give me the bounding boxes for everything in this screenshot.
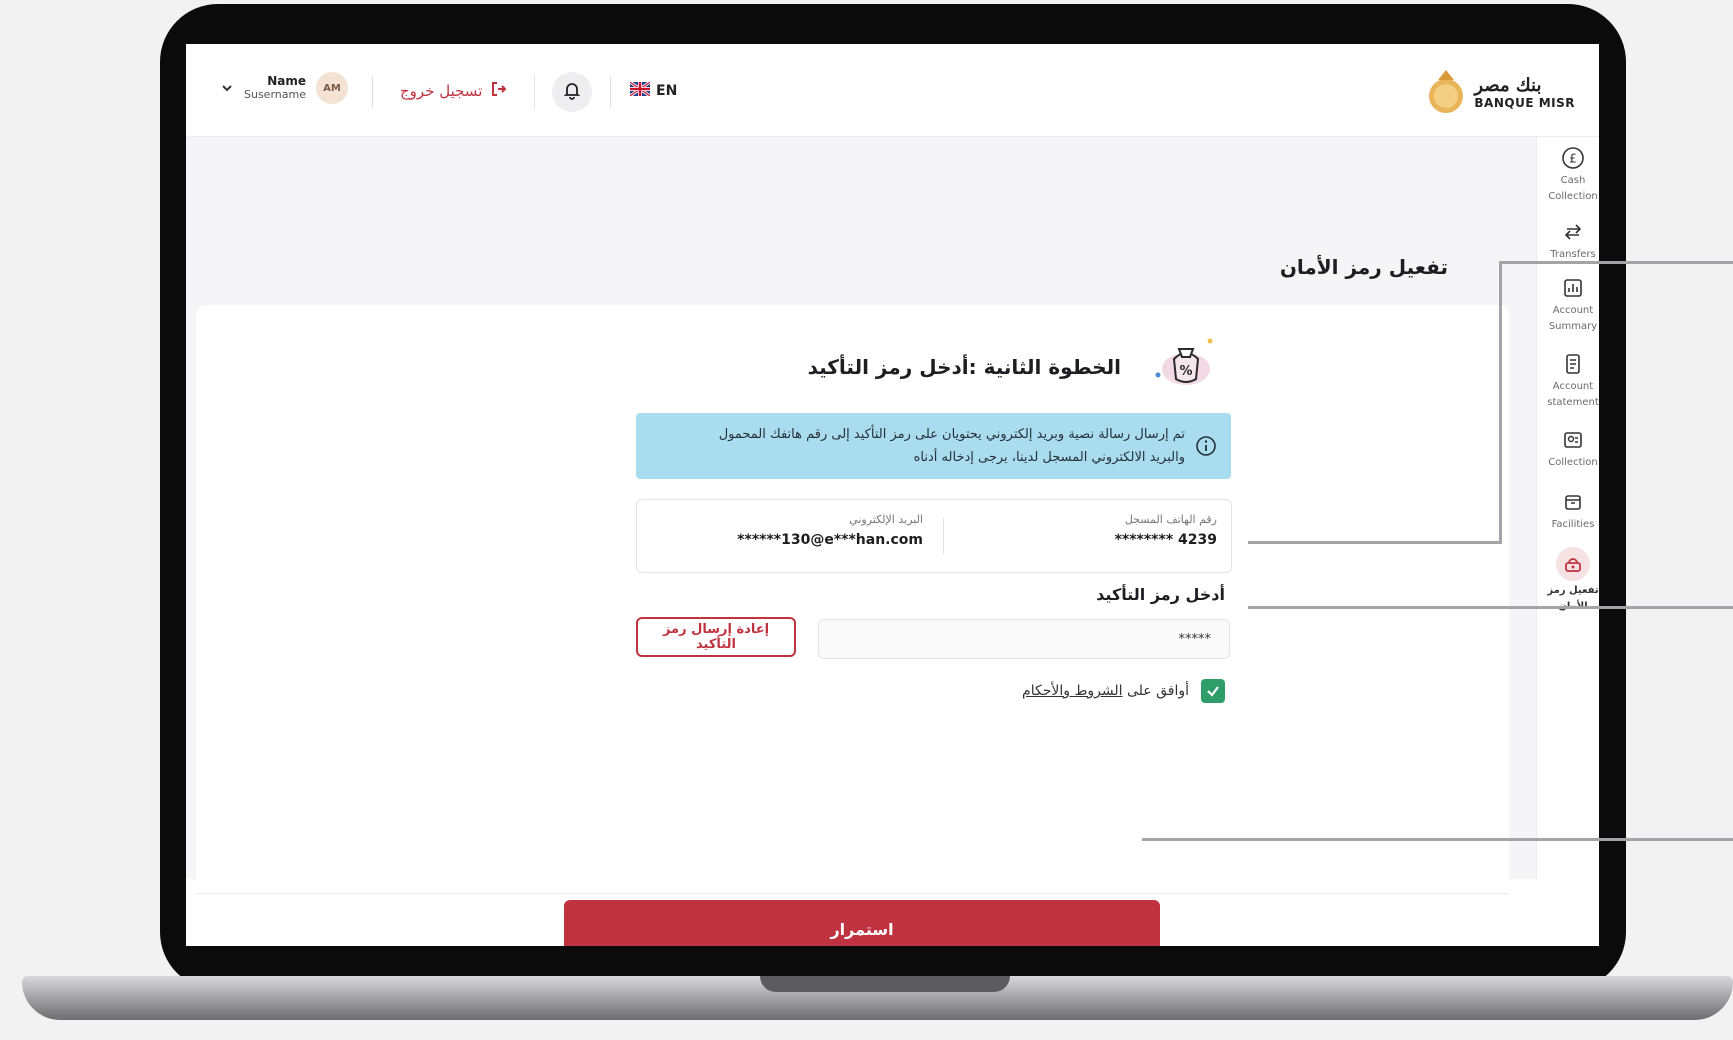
email-value: ******130@e***han.com xyxy=(737,532,923,548)
phone-label: رقم الهاتف المسجل xyxy=(1124,513,1217,526)
sidebar: £ Cash Collection Transfers Account Summ… xyxy=(1536,137,1599,879)
info-banner: تم إرسال رسالة نصية وبريد إلكتروني يحتوي… xyxy=(636,413,1231,479)
terms-prefix: أوافق على xyxy=(1122,683,1189,699)
sidebar-item-collection[interactable]: Collection xyxy=(1537,427,1599,471)
document-icon xyxy=(1560,351,1586,377)
callout-line xyxy=(1248,606,1733,609)
continue-button[interactable]: استمرار xyxy=(564,900,1160,946)
chart-icon xyxy=(1560,275,1586,301)
sidebar-label: Account xyxy=(1552,305,1594,316)
info-icon xyxy=(1195,435,1217,461)
email-label: البريد الإلكتروني xyxy=(849,513,923,526)
avatar[interactable]: AM xyxy=(315,72,348,104)
banque-misr-emblem-icon xyxy=(1426,66,1466,120)
divider xyxy=(610,76,611,108)
terms-checkbox[interactable] xyxy=(1201,679,1225,703)
svg-text:£: £ xyxy=(1569,152,1577,166)
logout-icon xyxy=(490,80,508,102)
notifications-button[interactable] xyxy=(552,72,592,112)
phone-field: رقم الهاتف المسجل ******** 4239 xyxy=(1115,512,1217,552)
step-card: % الخطوة الثانية :أدخل رمز التأكيد تم إر… xyxy=(196,305,1509,901)
email-field: البريد الإلكتروني ******130@e***han.com xyxy=(737,512,923,552)
otp-label: أدخل رمز التأكيد xyxy=(1096,585,1225,604)
sidebar-label: Summary xyxy=(1548,321,1598,332)
laptop-notch xyxy=(760,976,1010,992)
sidebar-item-facilities[interactable]: Facilities xyxy=(1537,489,1599,533)
language-label: EN xyxy=(656,83,678,99)
brand-english: BANQUE MISR xyxy=(1474,96,1575,110)
phone-value: ******** 4239 xyxy=(1114,532,1217,548)
terms-label: أوافق على الشروط والأحكام xyxy=(1022,683,1189,699)
svg-text:%: % xyxy=(1179,364,1192,379)
brand-logo: بنك مصر BANQUE MISR xyxy=(1426,66,1575,120)
resend-code-button[interactable]: إعادة إرسال رمز التأكيد xyxy=(636,617,796,657)
logout-label: تسجيل خروج xyxy=(400,82,483,100)
divider xyxy=(534,76,535,108)
chevron-down-icon[interactable] xyxy=(220,81,234,95)
pound-coin-icon: £ xyxy=(1560,145,1586,171)
sidebar-label: Facilities xyxy=(1551,519,1595,530)
sidebar-label: Cash xyxy=(1560,175,1586,186)
sidebar-label: تفعيل رمز xyxy=(1547,585,1599,596)
content-area: تفعيل رمز الأمان % الخطوة الثانية :أدخل … xyxy=(186,137,1536,946)
security-token-icon xyxy=(1556,547,1590,581)
brand-arabic: بنك مصر xyxy=(1474,75,1542,96)
callout-line xyxy=(1499,261,1733,264)
footer-bar: استمرار xyxy=(196,893,1509,946)
page-title: تفعيل رمز الأمان xyxy=(1279,255,1448,279)
step-title: الخطوة الثانية :أدخل رمز التأكيد xyxy=(807,355,1121,379)
callout-line xyxy=(1248,541,1502,544)
terms-link[interactable]: الشروط والأحكام xyxy=(1022,683,1122,699)
language-toggle[interactable]: EN xyxy=(629,80,678,100)
user-name-block: Name Susername xyxy=(244,74,306,102)
info-text-line2: والبريد الالكتروني المسجل لدينا، يرجى إد… xyxy=(913,450,1185,465)
otp-input[interactable] xyxy=(818,619,1230,659)
info-text-line1: تم إرسال رسالة نصية وبريد إلكتروني يحتوي… xyxy=(718,427,1185,442)
checkmark-icon xyxy=(1207,686,1219,697)
user-name: Name xyxy=(267,74,306,88)
sidebar-item-transfers[interactable]: Transfers xyxy=(1537,219,1599,263)
sidebar-label: Collection xyxy=(1548,191,1598,202)
transfer-arrows-icon xyxy=(1560,219,1586,245)
top-bar: Name Susername AM تسجيل خروج EN بنك مصر … xyxy=(186,44,1599,137)
app-screen: Name Susername AM تسجيل خروج EN بنك مصر … xyxy=(186,44,1599,946)
sidebar-item-account-statement[interactable]: Account statement xyxy=(1537,351,1599,411)
callout-line xyxy=(1499,261,1502,544)
user-surname: Susername xyxy=(244,88,306,101)
callout-line xyxy=(1142,838,1733,841)
divider xyxy=(943,518,944,554)
sidebar-label: statement xyxy=(1547,397,1599,408)
terms-row: أوافق على الشروط والأحكام xyxy=(1022,679,1225,703)
sidebar-item-account-summary[interactable]: Account Summary xyxy=(1537,275,1599,335)
contact-details: رقم الهاتف المسجل ******** 4239 البريد ا… xyxy=(636,499,1232,573)
sidebar-label: Collection xyxy=(1548,457,1598,468)
logout-button[interactable]: تسجيل خروج xyxy=(400,80,508,102)
discount-bag-icon: % xyxy=(1152,333,1214,391)
sidebar-label: Account xyxy=(1552,381,1594,392)
collection-icon xyxy=(1560,427,1586,453)
bell-icon xyxy=(562,80,582,104)
uk-flag-icon xyxy=(629,80,651,100)
divider xyxy=(372,76,373,108)
sidebar-item-security-token[interactable]: تفعيل رمز الأمان xyxy=(1537,547,1599,615)
user-menu[interactable]: Name Susername AM xyxy=(220,72,348,104)
box-icon xyxy=(1560,489,1586,515)
sidebar-item-cash-collection[interactable]: £ Cash Collection xyxy=(1537,145,1599,205)
